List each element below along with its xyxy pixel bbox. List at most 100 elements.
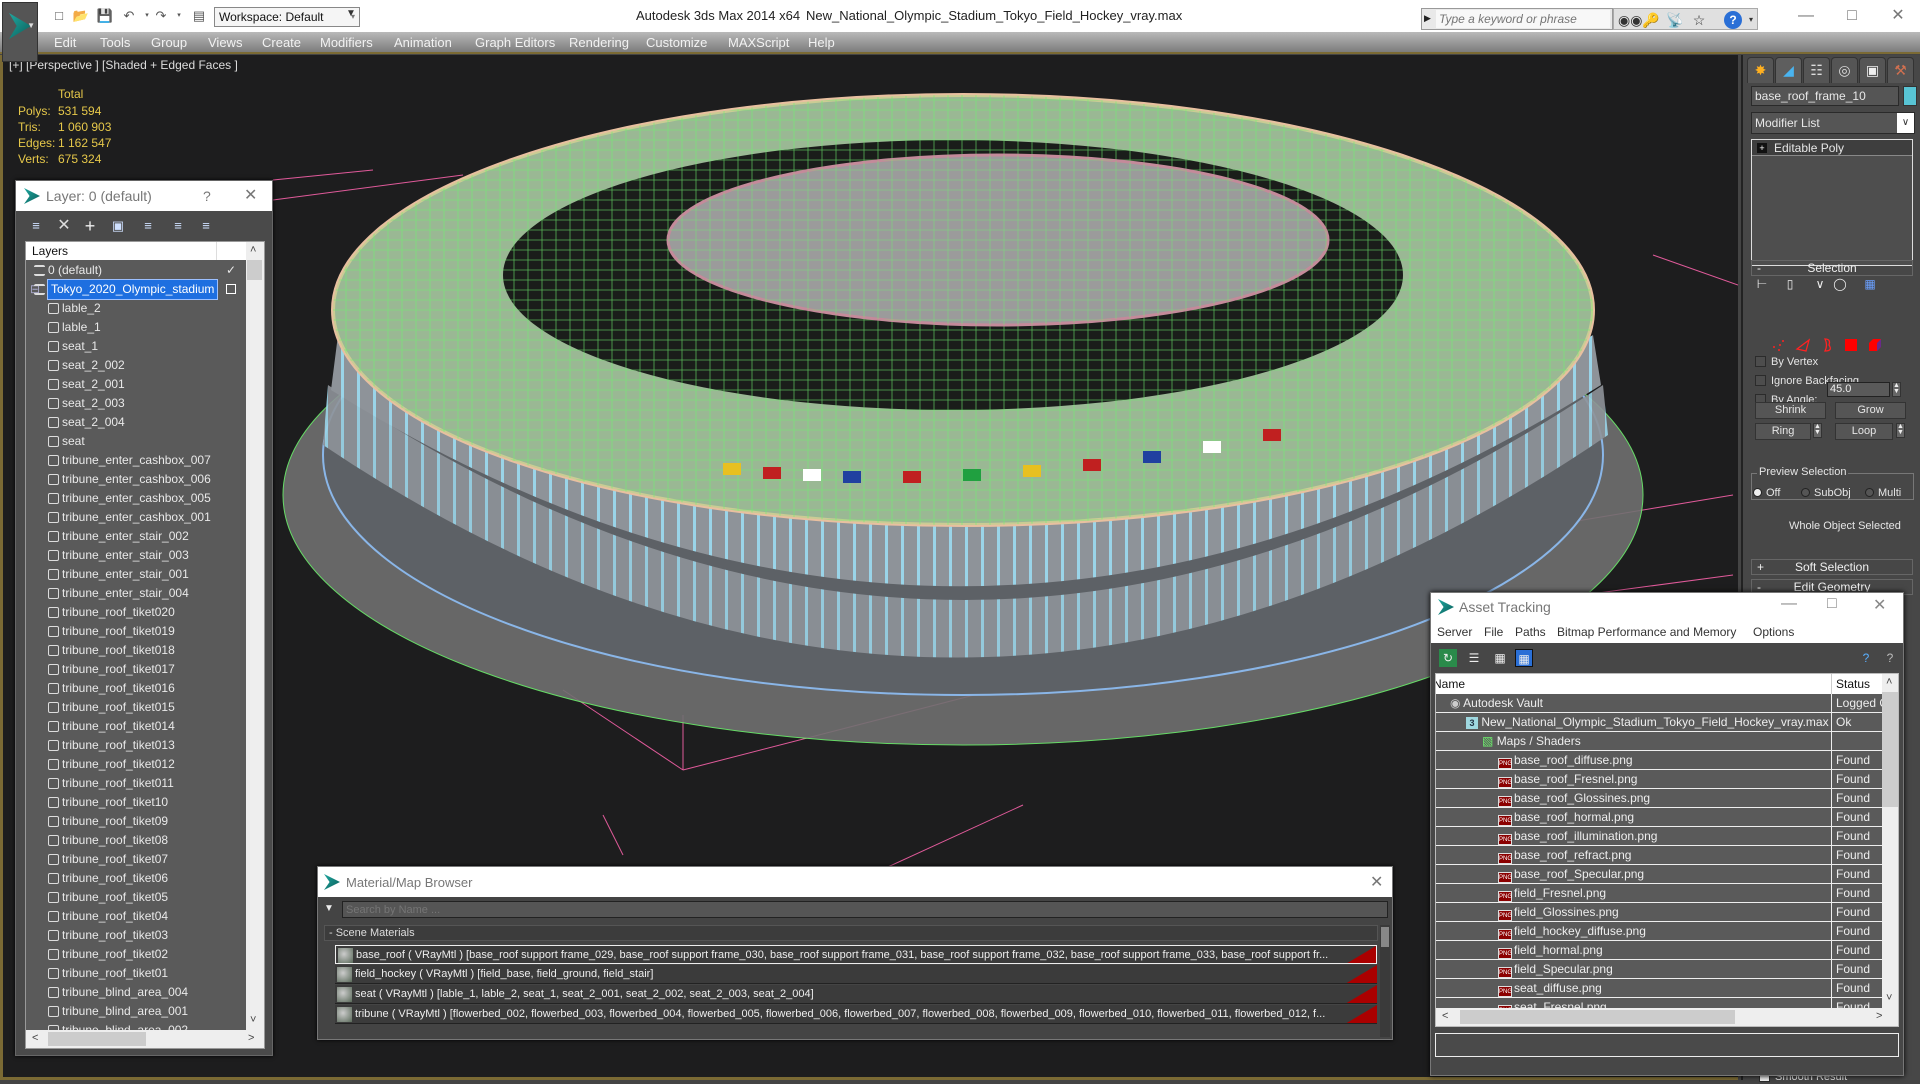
close-icon[interactable]: ✕ xyxy=(1873,595,1886,615)
asset-row[interactable]: PNG base_roof_diffuse.png Found xyxy=(1436,751,1882,770)
scroll-thumb[interactable] xyxy=(247,260,262,280)
scroll-up-icon[interactable]: ˄ xyxy=(1886,676,1892,688)
scroll-left-icon[interactable]: < xyxy=(32,1032,38,1044)
layer-object-row[interactable]: tribune_enter_cashbox_007 xyxy=(26,451,246,470)
set-current-layer-box[interactable] xyxy=(226,284,236,294)
asset-row[interactable]: PNG base_roof_hormal.png Found xyxy=(1436,808,1882,827)
asset-vertical-scrollbar[interactable]: ˄ ˅ xyxy=(1882,674,1898,1008)
scroll-thumb[interactable] xyxy=(1882,692,1898,807)
layer-object-row[interactable]: tribune_enter_stair_003 xyxy=(26,546,246,565)
close-icon[interactable]: ✕ xyxy=(244,185,257,205)
menu-paths[interactable]: Paths xyxy=(1515,625,1546,639)
menu-customize[interactable]: Customize xyxy=(646,35,707,50)
expand-search-icon[interactable]: ▶ xyxy=(1424,13,1431,24)
star-icon[interactable]: ☆ xyxy=(1690,11,1708,29)
layer-object-row[interactable]: tribune_roof_tiket015 xyxy=(26,698,246,717)
scroll-down-icon[interactable]: ˅ xyxy=(250,1014,256,1026)
asset-row[interactable]: PNG base_roof_Specular.png Found xyxy=(1436,865,1882,884)
layer-object-row[interactable]: lable_1 xyxy=(26,318,246,337)
menu-options[interactable]: Options xyxy=(1753,625,1794,639)
ring-button[interactable]: Ring xyxy=(1755,423,1811,440)
save-icon[interactable]: 💾 xyxy=(96,8,114,24)
asset-row[interactable]: PNG field_Glossines.png Found xyxy=(1436,903,1882,922)
layer-object-row[interactable]: tribune_roof_tiket02 xyxy=(26,945,246,964)
minimize-button[interactable]: — xyxy=(1786,4,1826,28)
scroll-thumb[interactable] xyxy=(1381,927,1389,947)
polygon-mode-icon[interactable] xyxy=(1843,337,1859,353)
name-column-header[interactable]: Name xyxy=(1436,674,1465,694)
status-column-header[interactable]: Status xyxy=(1831,674,1882,694)
layer-object-row[interactable]: tribune_roof_tiket09 xyxy=(26,812,246,831)
layer-settings-icon[interactable]: ≡ xyxy=(196,217,216,235)
open-file-icon[interactable]: 📂 xyxy=(72,8,90,24)
scroll-right-icon[interactable]: > xyxy=(1876,1010,1882,1022)
help-dropdown-icon[interactable]: ▾ xyxy=(1742,11,1760,29)
preview-subobj-radio[interactable]: SubObj xyxy=(1801,487,1851,499)
layers-column-header[interactable]: Layers xyxy=(26,242,246,260)
asset-row[interactable]: PNG field_hormal.png Found xyxy=(1436,941,1882,960)
menu-bitmap-performance[interactable]: Bitmap Performance and Memory xyxy=(1557,625,1736,639)
redo-dropdown-icon[interactable]: ▾ xyxy=(170,8,188,24)
layer-object-row[interactable]: tribune_roof_tiket020 xyxy=(26,603,246,622)
by-vertex-checkbox[interactable]: By Vertex xyxy=(1755,355,1818,369)
menu-create[interactable]: Create xyxy=(262,35,301,50)
material-row[interactable]: tribune ( VRayMtl ) [flowerbed_002, flow… xyxy=(335,1005,1377,1024)
scroll-thumb[interactable] xyxy=(1460,1010,1735,1024)
edge-mode-icon[interactable] xyxy=(1795,337,1811,353)
search-by-name-input[interactable] xyxy=(342,901,1388,918)
layer-object-row[interactable]: tribune_blind_area_001 xyxy=(26,1002,246,1021)
menu-tools[interactable]: Tools xyxy=(100,35,130,50)
application-menu-button[interactable]: ▼ xyxy=(2,2,38,62)
layer-object-row[interactable]: tribune_roof_tiket018 xyxy=(26,641,246,660)
layer-object-row[interactable]: tribune_roof_tiket03 xyxy=(26,926,246,945)
scroll-left-icon[interactable]: < xyxy=(1442,1010,1448,1022)
menu-maxscript[interactable]: MAXScript xyxy=(728,35,789,50)
layer-object-row[interactable]: tribune_roof_tiket019 xyxy=(26,622,246,641)
binoculars-icon[interactable]: ◉◉ xyxy=(1618,11,1642,29)
layer-object-row[interactable]: tribune_enter_stair_004 xyxy=(26,584,246,603)
vault-help-icon[interactable]: ? xyxy=(1857,649,1875,667)
configure-modifier-sets-icon[interactable]: ▦ xyxy=(1861,277,1879,295)
browser-options-icon[interactable]: ▼ xyxy=(324,903,338,917)
asset-row[interactable]: PNG base_roof_Glossines.png Found xyxy=(1436,789,1882,808)
element-mode-icon[interactable] xyxy=(1867,337,1883,353)
asset-row[interactable]: ▧ Maps / Shaders xyxy=(1436,732,1882,751)
material-row[interactable]: base_roof ( VRayMtl ) [base_roof support… xyxy=(335,945,1377,964)
table-view-icon[interactable]: ▦ xyxy=(1515,649,1533,667)
asset-row[interactable]: PNG seat_diffuse.png Found xyxy=(1436,979,1882,998)
layer-object-row[interactable]: tribune_enter_cashbox_001 xyxy=(26,508,246,527)
close-button[interactable]: ✕ xyxy=(1878,4,1918,28)
tab-utilities[interactable]: ⚒ xyxy=(1887,57,1914,83)
asset-row[interactable]: PNG field_hockey_diffuse.png Found xyxy=(1436,922,1882,941)
maximize-button[interactable]: □ xyxy=(1832,4,1872,28)
viewport-label-menu[interactable]: [+] [Perspective ] [Shaded + Edged Faces… xyxy=(9,58,238,72)
menu-graph-editors[interactable]: Graph Editors xyxy=(475,35,555,50)
layer-object-row[interactable]: seat_2_003 xyxy=(26,394,246,413)
soft-selection-rollout-header[interactable]: + Soft Selection xyxy=(1751,559,1913,575)
list-view-icon[interactable]: ☰ xyxy=(1465,649,1483,667)
layer-object-row[interactable]: tribune_roof_tiket07 xyxy=(26,850,246,869)
tab-modify[interactable]: ◢ xyxy=(1775,57,1802,83)
material-row[interactable]: seat ( VRayMtl ) [lable_1, lable_2, seat… xyxy=(335,985,1377,1004)
select-objects-icon[interactable]: ▣ xyxy=(108,217,128,235)
scene-materials-group-header[interactable]: - Scene Materials xyxy=(324,925,1378,941)
layer-object-row[interactable]: lable_2 xyxy=(26,299,246,318)
tab-hierarchy[interactable]: ☷ xyxy=(1803,57,1830,83)
preview-multi-radio[interactable]: Multi xyxy=(1865,487,1901,499)
layer-object-row[interactable]: tribune_enter_stair_001 xyxy=(26,565,246,584)
asset-row[interactable]: ◉ Autodesk Vault Logged O xyxy=(1436,694,1882,713)
remove-modifier-icon[interactable]: ◯ xyxy=(1831,277,1849,295)
redo-icon[interactable]: ↷ xyxy=(152,8,170,24)
refresh-icon[interactable]: ↻ xyxy=(1439,649,1457,667)
add-to-layer-icon[interactable]: + xyxy=(80,217,100,235)
help-icon[interactable]: ? xyxy=(1881,649,1899,667)
layer-row[interactable]: ⊟ Tokyo_2020_Olympic_stadium xyxy=(26,279,246,300)
scroll-thumb[interactable] xyxy=(48,1032,146,1046)
tree-view-icon[interactable]: ▦ xyxy=(1491,649,1509,667)
loop-spinner[interactable]: ▲ ▼ xyxy=(1896,423,1905,438)
customize-quick-access-icon[interactable]: ▼ xyxy=(346,8,358,26)
modifier-list-dropdown[interactable]: Modifier List ∨ xyxy=(1751,112,1915,134)
undo-icon[interactable]: ↶ xyxy=(120,8,138,24)
layer-object-row[interactable]: tribune_roof_tiket08 xyxy=(26,831,246,850)
asset-row[interactable]: PNG base_roof_refract.png Found xyxy=(1436,846,1882,865)
